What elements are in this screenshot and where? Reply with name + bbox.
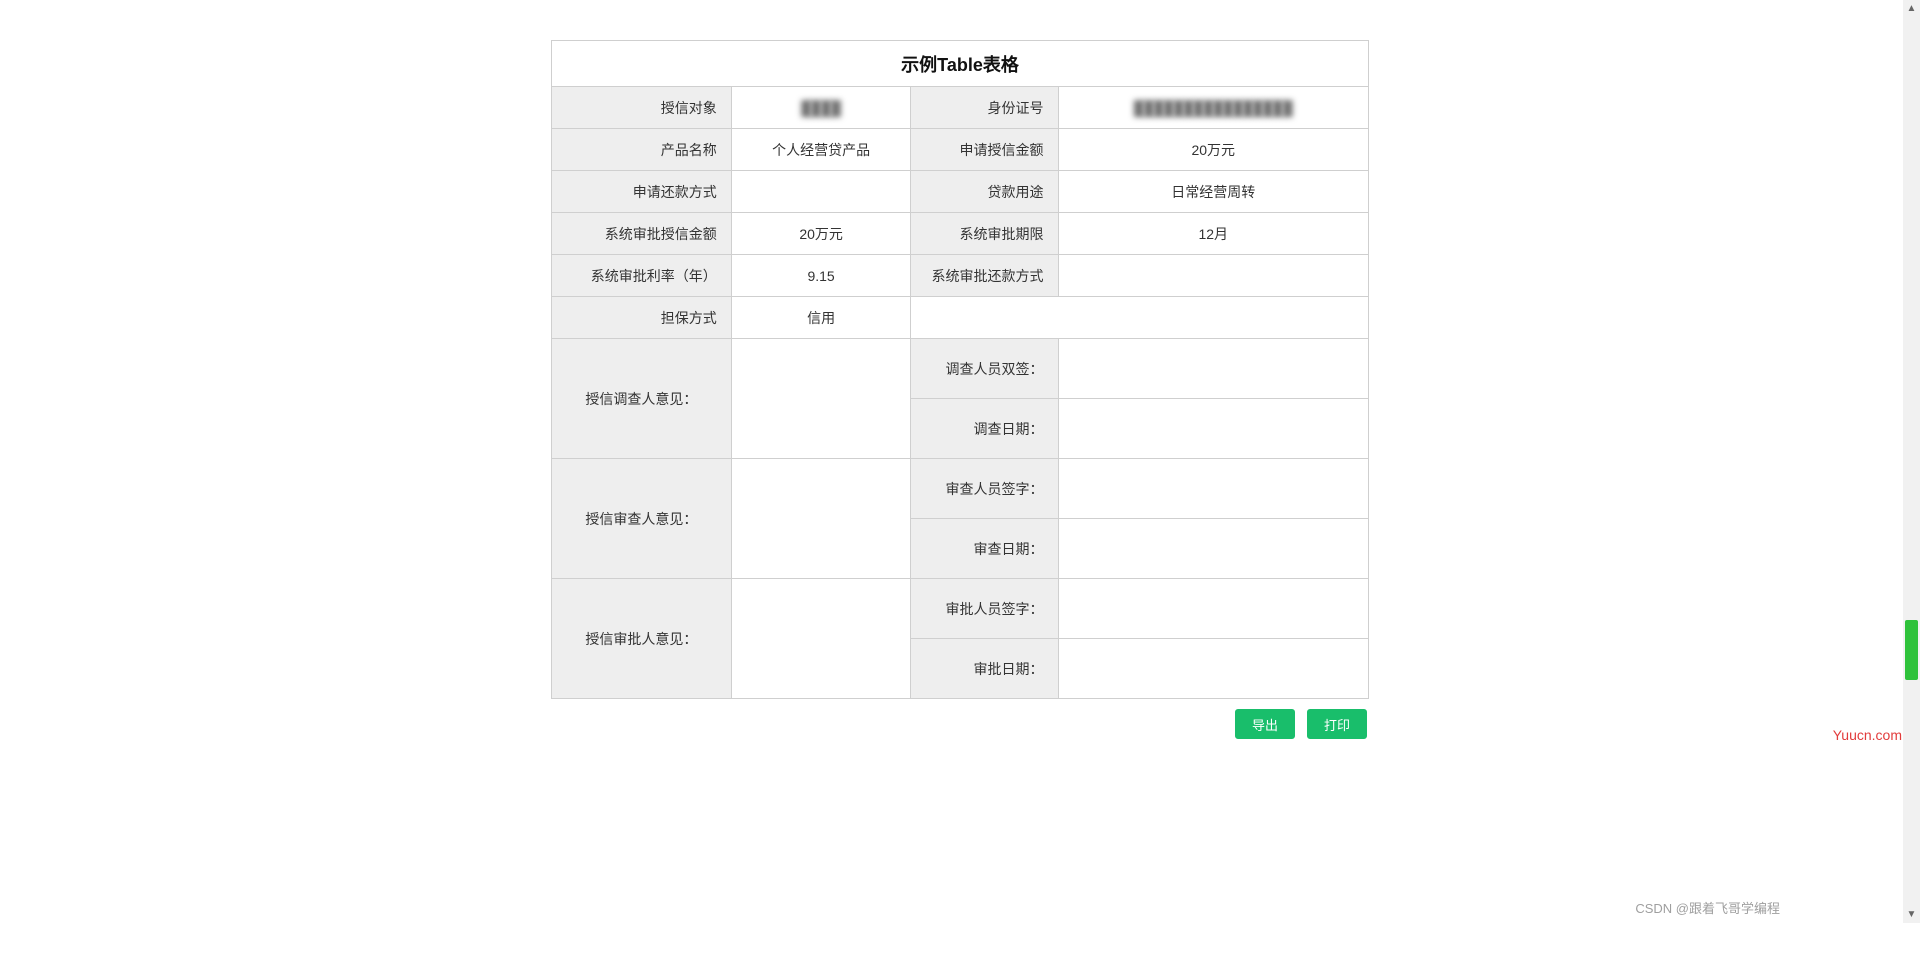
approver-sign-value bbox=[1058, 579, 1368, 639]
guarantee-method-label: 担保方式 bbox=[552, 297, 732, 339]
table-row: 系统审批授信金额 20万元 系统审批期限 12月 bbox=[552, 213, 1369, 255]
sys-approve-rate-label: 系统审批利率（年） bbox=[552, 255, 732, 297]
loan-purpose-value: 日常经营周转 bbox=[1058, 171, 1368, 213]
approver-opinion-value bbox=[731, 579, 911, 699]
credit-target-value: ████ bbox=[731, 87, 911, 129]
review-date-value bbox=[1058, 519, 1368, 579]
investigator-opinion-label: 授信调查人意见： bbox=[552, 339, 732, 459]
form-container: 示例Table表格 授信对象 ████ 身份证号 ███████████████… bbox=[551, 40, 1369, 739]
approver-opinion-label: 授信审批人意见： bbox=[552, 579, 732, 699]
table-row: 系统审批利率（年） 9.15 系统审批还款方式 bbox=[552, 255, 1369, 297]
scrollbar-track[interactable]: ▲ ▼ bbox=[1903, 0, 1920, 923]
print-button[interactable]: 打印 bbox=[1307, 709, 1367, 739]
id-number-label: 身份证号 bbox=[911, 87, 1058, 129]
reviewer-opinion-label: 授信审查人意见： bbox=[552, 459, 732, 579]
sys-approve-repay-value bbox=[1058, 255, 1368, 297]
approve-date-label: 审批日期： bbox=[911, 639, 1058, 699]
apply-repay-method-label: 申请还款方式 bbox=[552, 171, 732, 213]
sys-approve-amount-value: 20万元 bbox=[731, 213, 911, 255]
credit-form-table: 示例Table表格 授信对象 ████ 身份证号 ███████████████… bbox=[551, 40, 1369, 699]
loan-purpose-label: 贷款用途 bbox=[911, 171, 1058, 213]
investigate-date-label: 调查日期： bbox=[911, 399, 1058, 459]
sys-approve-term-label: 系统审批期限 bbox=[911, 213, 1058, 255]
empty-cell bbox=[911, 297, 1369, 339]
apply-credit-amount-value: 20万元 bbox=[1058, 129, 1368, 171]
id-number-value: ████████████████ bbox=[1058, 87, 1368, 129]
approver-sign-label: 审批人员签字： bbox=[911, 579, 1058, 639]
table-row: 授信审批人意见： 审批人员签字： bbox=[552, 579, 1369, 639]
approve-date-value bbox=[1058, 639, 1368, 699]
investigate-date-value bbox=[1058, 399, 1368, 459]
csdn-watermark: CSDN @跟着飞哥学编程 bbox=[1635, 898, 1780, 917]
table-row: 授信调查人意见： 调查人员双签： bbox=[552, 339, 1369, 399]
investigator-opinion-value bbox=[731, 339, 911, 459]
table-row: 授信对象 ████ 身份证号 ████████████████ bbox=[552, 87, 1369, 129]
export-button[interactable]: 导出 bbox=[1235, 709, 1295, 739]
credit-target-label: 授信对象 bbox=[552, 87, 732, 129]
scroll-down-arrow-icon[interactable]: ▼ bbox=[1903, 906, 1920, 923]
yuucn-watermark: Yuucn.com bbox=[1833, 727, 1902, 743]
review-date-label: 审查日期： bbox=[911, 519, 1058, 579]
investigator-sign-value bbox=[1058, 339, 1368, 399]
table-row: 担保方式 信用 bbox=[552, 297, 1369, 339]
reviewer-sign-label: 审查人员签字： bbox=[911, 459, 1058, 519]
investigator-sign-label: 调查人员双签： bbox=[911, 339, 1058, 399]
product-name-value: 个人经营贷产品 bbox=[731, 129, 911, 171]
apply-repay-method-value bbox=[731, 171, 911, 213]
table-row: 申请还款方式 贷款用途 日常经营周转 bbox=[552, 171, 1369, 213]
sys-approve-amount-label: 系统审批授信金额 bbox=[552, 213, 732, 255]
scroll-up-arrow-icon[interactable]: ▲ bbox=[1903, 0, 1920, 17]
sys-approve-rate-value: 9.15 bbox=[731, 255, 911, 297]
guarantee-method-value: 信用 bbox=[731, 297, 911, 339]
button-row: 导出 打印 bbox=[551, 709, 1369, 739]
table-row: 产品名称 个人经营贷产品 申请授信金额 20万元 bbox=[552, 129, 1369, 171]
reviewer-opinion-value bbox=[731, 459, 911, 579]
scrollbar-thumb[interactable] bbox=[1905, 620, 1918, 680]
apply-credit-amount-label: 申请授信金额 bbox=[911, 129, 1058, 171]
title-row: 示例Table表格 bbox=[552, 41, 1369, 87]
reviewer-sign-value bbox=[1058, 459, 1368, 519]
table-title: 示例Table表格 bbox=[552, 41, 1369, 87]
sys-approve-term-value: 12月 bbox=[1058, 213, 1368, 255]
product-name-label: 产品名称 bbox=[552, 129, 732, 171]
sys-approve-repay-label: 系统审批还款方式 bbox=[911, 255, 1058, 297]
table-row: 授信审查人意见： 审查人员签字： bbox=[552, 459, 1369, 519]
